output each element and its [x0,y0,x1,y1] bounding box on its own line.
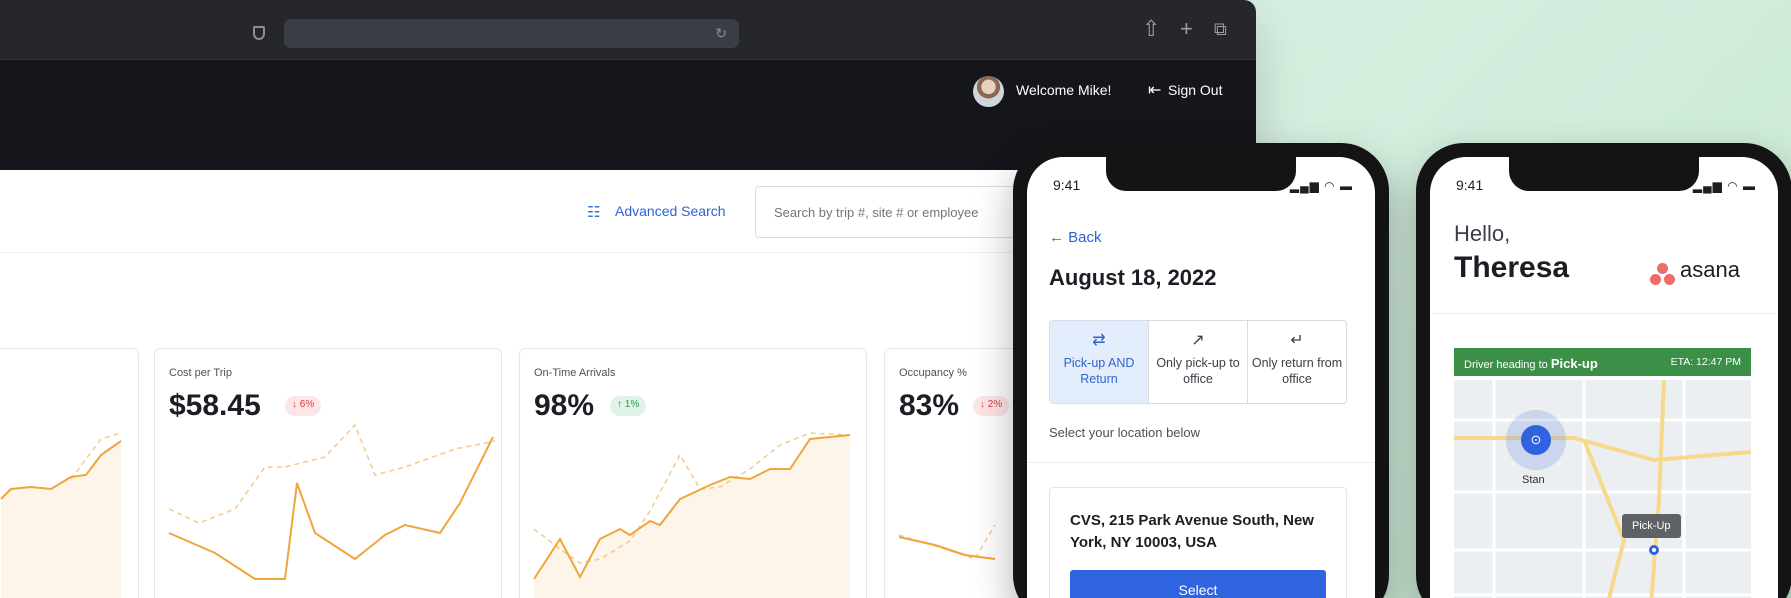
user-name: Theresa [1454,251,1570,284]
avatar[interactable] [973,76,1004,107]
option-return-only[interactable]: ↵ Only return from office [1248,321,1346,403]
address-bar[interactable]: ↻ [284,19,739,48]
divider [1027,462,1375,463]
status-time: 9:41 [1456,177,1484,193]
sparkline-chart [168,423,496,580]
select-button[interactable]: Select [1070,570,1326,598]
metric-card [0,348,139,598]
option-pickup-only[interactable]: ↗ Only pick-up to office [1149,321,1248,403]
browser-toolbar: ↻ ⇧ + ⧉ [0,0,1256,60]
driver-status-bar: Driver heading to Pick-up ETA: 12:47 PM [1454,348,1751,376]
booking-phone: 9:41 ▂▄▆ ◠ ▬ ← Back August 18, 2022 ⇄ Pi… [1013,143,1389,598]
location-address: CVS, 215 Park Avenue South, New York, NY… [1070,512,1314,551]
back-label: Back [1068,229,1102,246]
shield-icon[interactable] [253,26,265,40]
option-label: Pick-up AND Return [1063,356,1135,386]
divider [1430,313,1778,314]
metric-card: On-Time Arrivals 98% ↑ 1% [519,348,867,598]
phone-screen: 9:41 ▂▄▆ ◠ ▬ Hello, Theresa asana Driver… [1430,157,1778,598]
advanced-search-link[interactable]: Advanced Search [615,203,726,219]
driver-status-text: Driver heading to [1464,359,1548,371]
driver-target: Pick-up [1550,356,1598,371]
status-time: 9:41 [1053,177,1081,193]
trip-type-selector: ⇄ Pick-up AND Return ↗ Only pick-up to o… [1049,320,1347,404]
reload-icon[interactable]: ↻ [715,25,727,42]
phone-screen: 9:41 ▂▄▆ ◠ ▬ ← Back August 18, 2022 ⇄ Pi… [1027,157,1375,598]
home-phone: 9:41 ▂▄▆ ◠ ▬ Hello, Theresa asana Driver… [1416,143,1791,598]
return-arrow-icon: ↵ [1290,332,1304,349]
back-button[interactable]: ← Back [1049,229,1102,246]
new-tab-icon[interactable]: + [1180,16,1193,42]
welcome-text: Welcome Mike! [1016,82,1112,98]
pickup-tooltip: Pick-Up [1622,514,1681,538]
option-label: Only return from office [1251,356,1343,386]
metric-card: Cost per Trip $58.45 ↓ 6% [154,348,502,598]
share-icon[interactable]: ⇧ [1142,16,1160,42]
map-roads [1454,380,1751,598]
arrow-up-right-icon: ↗ [1191,332,1205,349]
greeting: Hello, [1454,221,1511,246]
sparkline-chart [0,432,122,598]
eta-text: ETA: 12:47 PM [1670,356,1741,368]
location-pin-icon[interactable]: ⊙ [1521,425,1551,455]
sign-out-icon[interactable]: ⇤ [1148,80,1161,100]
swap-icon: ⇄ [1092,332,1106,349]
map-pin-label: Stan [1522,474,1545,486]
location-card[interactable]: CVS, 215 Park Avenue South, New York, NY… [1049,487,1347,598]
asana-logo-icon [1648,263,1678,287]
signal-wifi-battery-icon: ▂▄▆ ◠ ▬ [1289,179,1353,193]
phone-notch [1106,157,1296,191]
instruction-text: Select your location below [1049,425,1201,440]
brand-name: asana [1680,257,1740,282]
tabs-overview-icon[interactable]: ⧉ [1214,16,1227,42]
sparkline-chart [533,432,851,598]
phone-notch [1509,157,1699,191]
option-pickup-and-return[interactable]: ⇄ Pick-up AND Return [1050,321,1149,403]
map-view[interactable]: ⊙ Stan Pick-Up [1454,380,1751,598]
signal-wifi-battery-icon: ▂▄▆ ◠ ▬ [1692,179,1756,193]
pickup-marker-icon[interactable] [1649,545,1659,555]
advanced-search-icon[interactable]: ☷ [587,203,600,221]
option-label: Only pick-up to office [1156,356,1240,386]
page-title: August 18, 2022 [1049,265,1217,290]
sign-out-button[interactable]: Sign Out [1168,82,1222,98]
